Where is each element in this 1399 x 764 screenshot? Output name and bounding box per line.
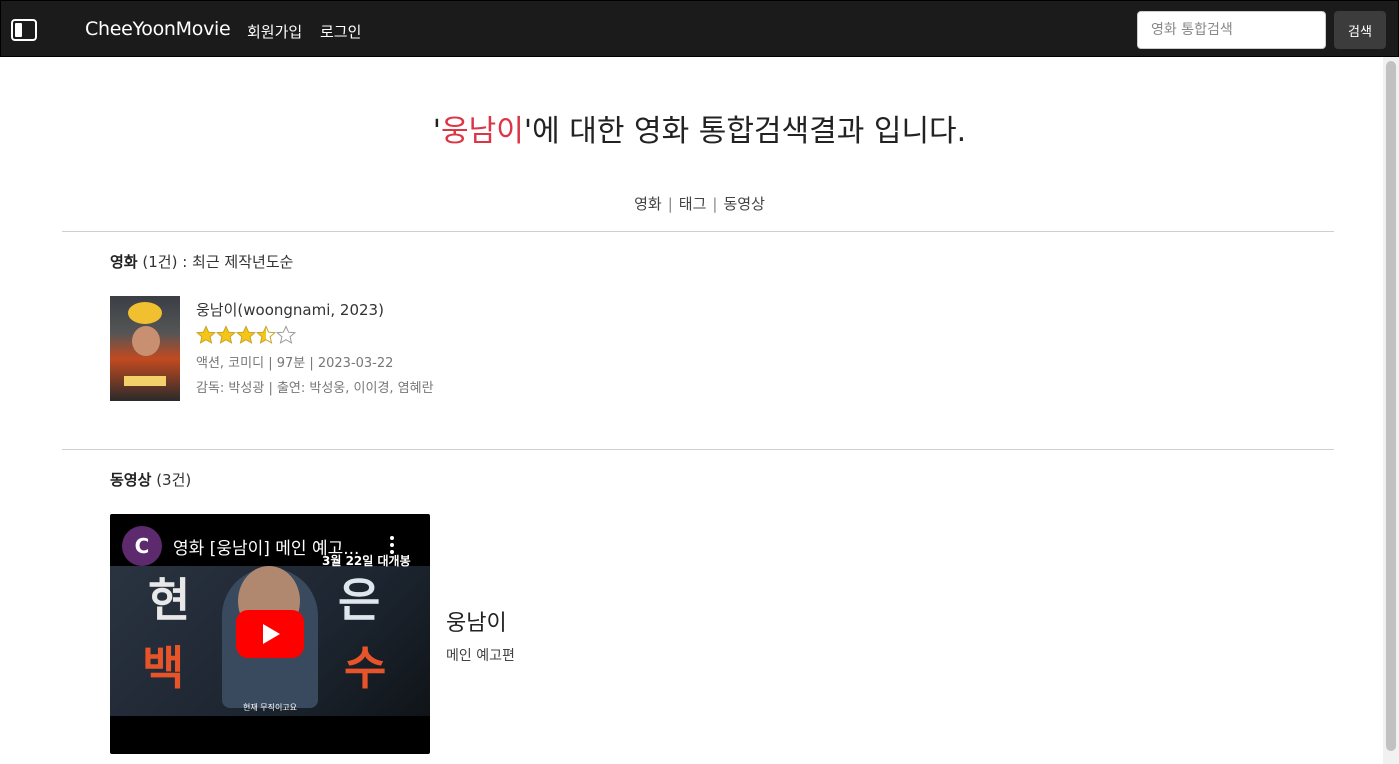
login-link[interactable]: 로그인 [320,21,361,42]
search-button[interactable]: 검색 [1334,11,1386,49]
top-navbar: CheeYoonMovie 회원가입 로그인 검색 [0,0,1399,57]
channel-avatar[interactable]: C [122,526,162,566]
movie-info: 액션, 코미디 | 97분 | 2023-03-22 [196,356,394,371]
tab-separator: | [712,195,718,213]
play-button-icon[interactable] [236,610,304,658]
video-title[interactable]: 웅남이 [446,605,507,637]
search-keyword: 웅남이 [441,114,524,149]
scrollbar-thumb[interactable] [1386,61,1396,751]
divider [62,449,1334,450]
videos-section-title: 동영상 (3건) [110,471,192,489]
movie-poster[interactable] [110,296,180,401]
sidebar-toggle-icon[interactable] [11,19,37,41]
star-half-icon [256,325,276,344]
movie-title-link[interactable]: 웅남이(woongnami, 2023) [196,299,384,320]
tab-movies[interactable]: 영화 [634,195,662,213]
brand-logo[interactable]: CheeYoonMovie [85,18,231,40]
tab-tags[interactable]: 태그 [679,195,707,213]
search-input[interactable] [1137,11,1326,49]
page-title: '웅남이'에 대한 영화 통합검색결과 입니다. [432,114,967,149]
star-full-icon [216,325,236,344]
star-empty-icon [276,325,296,344]
video-player[interactable]: 현 백 은 수 C 영화 [웅남이] 메인 예고... 3월 22일 대개봉 현… [110,514,430,754]
video-caption: 현재 무직이고요 [242,703,298,712]
divider [62,231,1334,232]
result-tabs: 영화 | 태그 | 동영상 [0,193,1399,214]
star-full-icon [236,325,256,344]
video-subtitle: 메인 예고편 [446,648,515,664]
star-full-icon [196,325,216,344]
signup-link[interactable]: 회원가입 [247,21,302,42]
tab-videos[interactable]: 동영상 [723,195,764,213]
page-scrollbar[interactable] [1383,57,1399,764]
movies-section-title: 영화 (1건) : 최근 제작년도순 [110,253,294,271]
release-text: 3월 22일 대개봉 [322,554,411,568]
movie-credits: 감독: 박성광 | 출연: 박성웅, 이이경, 염혜란 [196,381,434,396]
tab-separator: | [667,195,673,213]
